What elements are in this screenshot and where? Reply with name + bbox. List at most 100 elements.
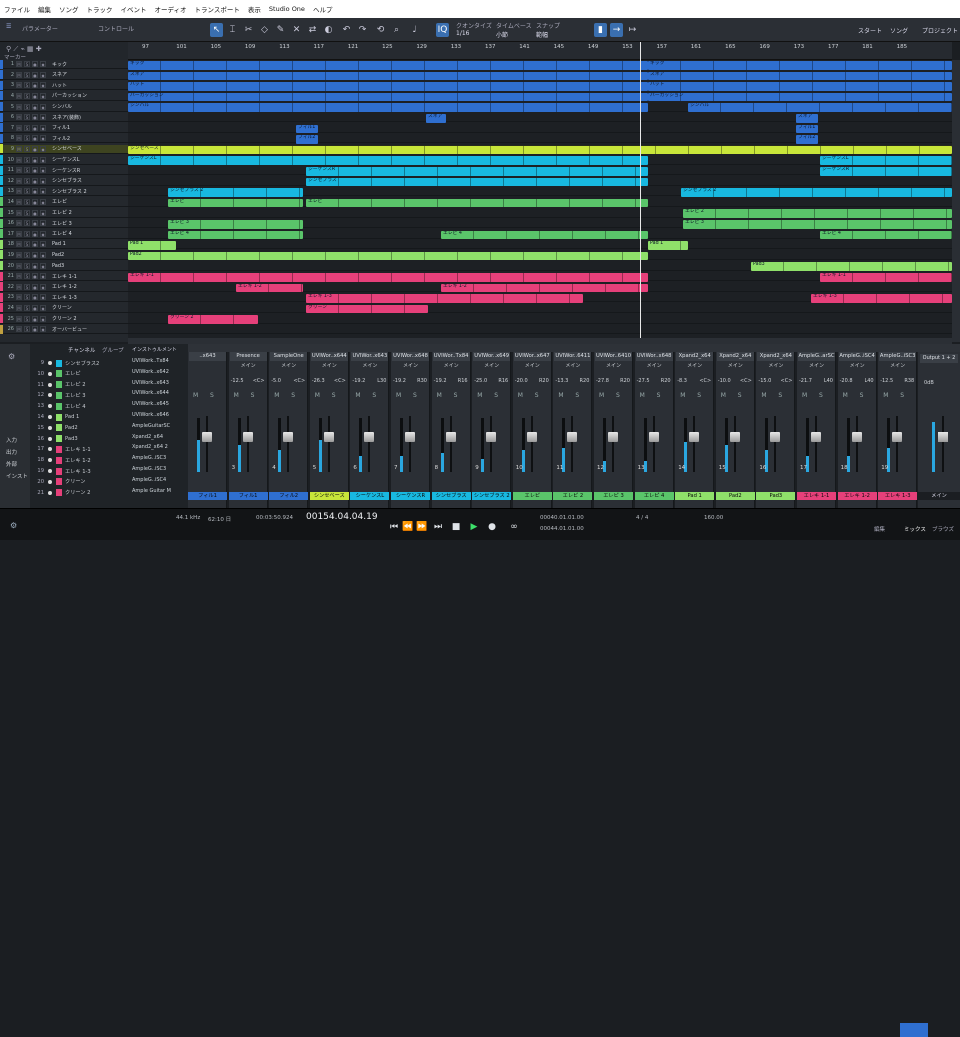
- channel-visible-icon[interactable]: [48, 447, 52, 452]
- record-arm-button[interactable]: ●: [32, 230, 38, 237]
- event-clip[interactable]: フィル2: [796, 135, 818, 144]
- event-clip[interactable]: エレピ 4: [168, 230, 303, 240]
- track-name[interactable]: Pad 1: [52, 241, 108, 247]
- song-button[interactable]: ソング: [890, 26, 908, 42]
- event-clip[interactable]: エレピ 2: [683, 209, 952, 218]
- channel-pan[interactable]: R20: [539, 378, 549, 384]
- snap-toggle-icon[interactable]: ▮: [594, 23, 607, 37]
- record-arm-button[interactable]: ●: [32, 198, 38, 205]
- channel-strip-name[interactable]: UVIWor..x649: [473, 352, 511, 361]
- mute-button[interactable]: M: [16, 124, 22, 131]
- channel-strip-name[interactable]: UVIWor..6410: [595, 352, 632, 361]
- track-header[interactable]: 21 M S ● ◆ エレキ 1-1: [0, 271, 128, 282]
- record-arm-button[interactable]: ●: [32, 156, 38, 163]
- track-header[interactable]: 4 M S ● ◆ パーカッション: [0, 91, 128, 102]
- channel-output[interactable]: メイン: [351, 362, 388, 369]
- menu-item[interactable]: 編集: [38, 4, 51, 14]
- channel-strip-name[interactable]: UVIWor..x648: [392, 352, 429, 361]
- track-header[interactable]: 8 M S ● ◆ フィル2: [0, 133, 128, 144]
- record-arm-button[interactable]: ●: [32, 145, 38, 152]
- instrument-list-item[interactable]: UVIWork..x646: [132, 412, 188, 423]
- channel-pan[interactable]: <C>: [781, 378, 793, 384]
- channel-solo-button[interactable]: S: [291, 392, 295, 399]
- mute-button[interactable]: M: [16, 220, 22, 227]
- record-arm-button[interactable]: ●: [32, 209, 38, 216]
- channel-solo-button[interactable]: S: [454, 392, 458, 399]
- track-name[interactable]: Pad2: [52, 252, 108, 258]
- channel-strip-name[interactable]: AmpleG..iSC3: [879, 352, 917, 361]
- record-arm-button[interactable]: ●: [32, 114, 38, 121]
- mute-button[interactable]: M: [16, 167, 22, 174]
- event-clip[interactable]: エレキ 1-1: [820, 273, 952, 282]
- monitor-button[interactable]: ◆: [40, 145, 46, 152]
- track-name[interactable]: エレピ 2: [52, 209, 108, 216]
- split-tool-icon[interactable]: ✂: [242, 23, 255, 37]
- mute-button[interactable]: M: [16, 188, 22, 195]
- channel-visible-icon[interactable]: [48, 479, 52, 484]
- mute-button[interactable]: M: [16, 230, 22, 237]
- event-clip[interactable]: シンバル: [128, 103, 648, 112]
- track-header[interactable]: 23 M S ● ◆ エレキ 1-3: [0, 292, 128, 303]
- record-icon[interactable]: ●: [486, 521, 498, 533]
- mute-button[interactable]: M: [16, 61, 22, 68]
- track-name[interactable]: ハット: [52, 82, 108, 89]
- mute-button[interactable]: M: [16, 294, 22, 301]
- mute-button[interactable]: M: [16, 92, 22, 99]
- record-arm-button[interactable]: ●: [32, 262, 38, 269]
- zoom-icon[interactable]: ⌕: [390, 23, 403, 37]
- instrument-list-item[interactable]: Ample Guitar M: [132, 488, 188, 499]
- channel-solo-button[interactable]: S: [900, 392, 904, 399]
- instrument-list-item[interactable]: UVIWork..x645: [132, 401, 188, 412]
- track-header[interactable]: 6 M S ● ◆ スネア(装飾): [0, 112, 128, 123]
- solo-button[interactable]: S: [24, 124, 30, 131]
- event-clip[interactable]: シンセブラス: [306, 177, 648, 187]
- track-lane[interactable]: [128, 124, 952, 133]
- track-name[interactable]: エレキ 1-3: [52, 294, 108, 301]
- channel-mute-button[interactable]: M: [599, 392, 604, 399]
- channel-solo-button[interactable]: S: [819, 392, 823, 399]
- track-name[interactable]: フィル1: [52, 124, 108, 131]
- channel-mute-button[interactable]: M: [883, 392, 888, 399]
- loop-icon[interactable]: ⟲: [374, 23, 387, 37]
- stop-icon[interactable]: ■: [450, 521, 462, 533]
- channel-fader-cap[interactable]: [811, 432, 821, 442]
- channel-output[interactable]: メイン: [636, 362, 673, 369]
- solo-button[interactable]: S: [24, 114, 30, 121]
- mute-button[interactable]: M: [16, 209, 22, 216]
- track-header[interactable]: 10 M S ● ◆ シーケンスL: [0, 155, 128, 165]
- channel-visible-icon[interactable]: [48, 425, 52, 430]
- channel-strip-name[interactable]: SampleOne: [270, 352, 308, 361]
- event-clip[interactable]: キック: [128, 61, 648, 70]
- channel-output[interactable]: メイン: [433, 362, 470, 369]
- channel-solo-button[interactable]: S: [697, 392, 701, 399]
- track-name[interactable]: シンセブラス: [52, 177, 108, 184]
- loop-end[interactable]: 00044.01.01.00: [540, 526, 584, 532]
- track-name[interactable]: スネア: [52, 71, 108, 78]
- record-arm-button[interactable]: ●: [32, 188, 38, 195]
- channel-visible-icon[interactable]: [48, 361, 52, 365]
- channel-fader-cap[interactable]: [364, 432, 375, 442]
- track-header[interactable]: 2 M S ● ◆ スネア: [0, 70, 128, 80]
- project-button[interactable]: プロジェクト: [922, 26, 958, 42]
- mute-button[interactable]: M: [16, 262, 22, 269]
- event-clip[interactable]: エレキ 1-3: [306, 294, 583, 303]
- menu-item[interactable]: ソング: [59, 4, 79, 14]
- channel-list-item[interactable]: 16 Pad3: [30, 434, 130, 444]
- event-clip[interactable]: シンセブラス 2: [681, 188, 952, 197]
- range-tool-icon[interactable]: ⌶: [226, 23, 239, 37]
- track-header[interactable]: 25 M S ● ◆ クリーン 2: [0, 314, 128, 324]
- main-output-name[interactable]: Output 1 + 2: [920, 354, 958, 363]
- track-header[interactable]: 12 M S ● ◆ シンセブラス: [0, 176, 128, 186]
- mute-button[interactable]: M: [16, 114, 22, 121]
- instrument-list-item[interactable]: UVIWork..Tx84: [132, 358, 188, 369]
- record-arm-button[interactable]: ●: [32, 177, 38, 184]
- channel-output[interactable]: メイン: [473, 362, 510, 369]
- track-header[interactable]: 19 M S ● ◆ Pad2: [0, 250, 128, 261]
- menu-item[interactable]: ヘルプ: [313, 4, 333, 14]
- monitor-button[interactable]: ◆: [40, 294, 46, 301]
- channel-solo-button[interactable]: S: [494, 392, 498, 399]
- track-lane[interactable]: [128, 325, 952, 335]
- track-name[interactable]: エレピ 3: [52, 220, 108, 227]
- instrument-list-item[interactable]: UVIWork..x642: [132, 369, 188, 380]
- rewind-icon[interactable]: ⏪: [402, 521, 414, 533]
